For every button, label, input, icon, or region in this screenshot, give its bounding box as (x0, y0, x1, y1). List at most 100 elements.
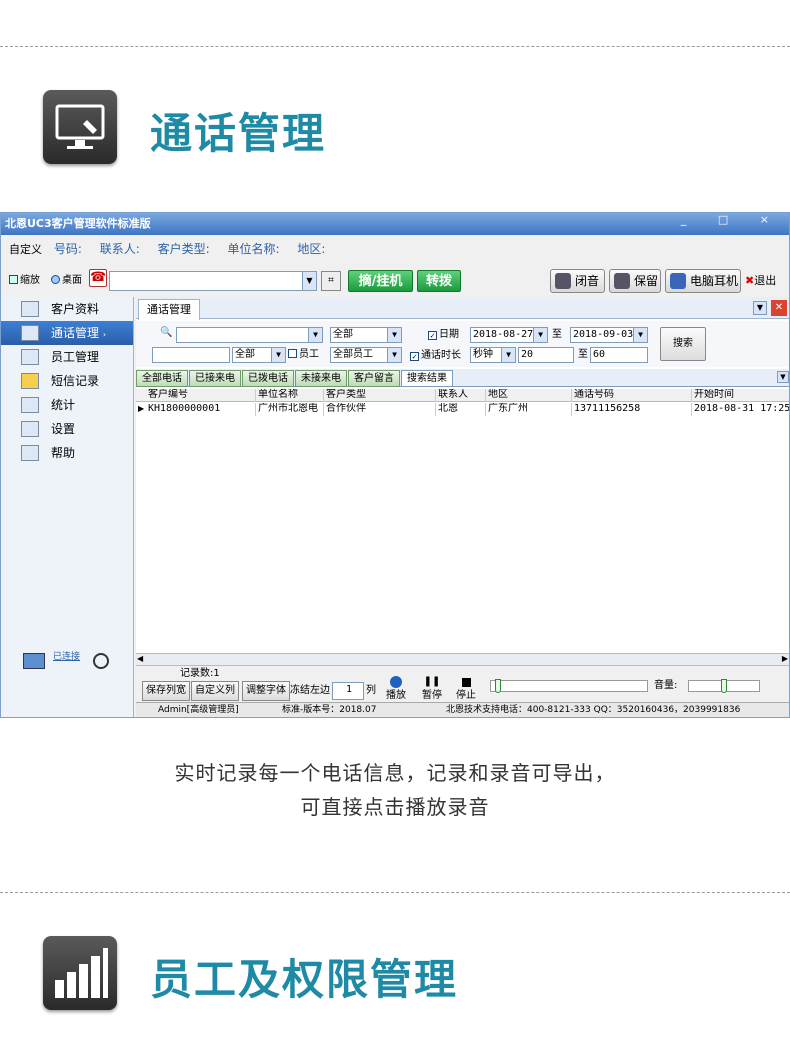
caption: 实时记录每一个电话信息，记录和录音可导出， 可直接点击播放录音 (0, 756, 790, 824)
sidebar-item-help[interactable]: 帮助 (1, 441, 133, 465)
unit-select[interactable]: 秒钟 ▼ (470, 347, 516, 363)
headphones-icon (614, 273, 630, 289)
help-icon (21, 445, 39, 461)
keypad-icon[interactable]: ⌗ (321, 271, 341, 291)
subtab-missed[interactable]: 未接来电 (295, 370, 347, 387)
search-icon: 🔍 (160, 327, 173, 338)
envelope-icon (21, 373, 39, 389)
employee-select[interactable]: 全部员工 ▼ (330, 347, 402, 363)
company-label: 单位名称: (227, 242, 280, 256)
subtab-bar: 全部电话 已接来电 已拨电话 未接来电 客户留言 搜索结果 ▼ (136, 369, 789, 387)
employee-checkbox[interactable]: 员工 (288, 347, 319, 363)
mute-button[interactable]: 闭音 (550, 269, 605, 293)
sidebar-item-staff[interactable]: 员工管理 (1, 345, 133, 369)
microphone-icon (555, 273, 571, 289)
font-button[interactable]: 调整字体 (242, 681, 290, 701)
subtab-received[interactable]: 已接来电 (189, 370, 241, 387)
table-header: 客户编号 单位名称 客户类型 联系人 地区 通话号码 开始时间 (136, 389, 789, 402)
calls-icon (21, 325, 39, 341)
column-label: 列 (366, 685, 376, 696)
sidebar-item-customers[interactable]: 客户资料 (1, 297, 133, 321)
sidebar-item-settings[interactable]: 设置 (1, 417, 133, 441)
status-support: 北恩技术支持电话：400-8121-333 QQ：3520160436，2039… (446, 705, 741, 715)
tab-bar: 通话管理 ▼ ✕ (136, 297, 789, 320)
exit-button[interactable]: ✖退出 (745, 272, 776, 290)
sidebar-item-calls[interactable]: 通话管理 › (1, 321, 133, 345)
section-title: 通话管理 (150, 109, 327, 158)
bottom-divider (0, 892, 790, 893)
horizontal-scrollbar[interactable]: ◀ ▶ (136, 653, 789, 665)
headset-icon (93, 653, 109, 669)
results-table: 客户编号 单位名称 客户类型 联系人 地区 通话号码 开始时间 ▶ KH1800… (136, 389, 789, 651)
pc-icon (23, 653, 45, 669)
duration-to[interactable]: 60 (590, 347, 648, 363)
col-type[interactable]: 客户类型 (324, 389, 436, 402)
custom-columns-button[interactable]: 自定义列 (191, 681, 239, 701)
custom-label[interactable]: 自定义 (9, 243, 42, 256)
col-start[interactable]: 开始时间 (692, 389, 789, 402)
people-icon (21, 349, 39, 365)
subtab-results[interactable]: 搜索结果 (401, 370, 453, 387)
col-company[interactable]: 单位名称 (256, 389, 324, 402)
keyword-input[interactable]: ▼ (176, 327, 323, 343)
category-select[interactable]: 全部 ▼ (330, 327, 402, 343)
computer-icon (670, 273, 686, 289)
info-bar: 自定义 号码: 联系人: 客户类型: 单位名称: 地区: (1, 237, 789, 261)
tab-calls[interactable]: 通话管理 (138, 299, 200, 320)
col-contact[interactable]: 联系人 (436, 389, 486, 402)
subtab-dropdown-icon[interactable]: ▼ (777, 371, 789, 383)
status-user: Admin[高级管理员] (158, 705, 239, 715)
caption-line-2: 可直接点击播放录音 (300, 795, 490, 819)
minimize-button[interactable]: 缩放 (9, 272, 40, 290)
pause-button[interactable]: ❚❚ 暂停 (420, 676, 444, 704)
sidebar-item-sms[interactable]: 短信记录 (1, 369, 133, 393)
col-id[interactable]: 客户编号 (146, 389, 256, 402)
date-checkbox[interactable]: ✓ 日期 (428, 327, 459, 343)
duration-from[interactable]: 20 (518, 347, 574, 363)
stop-button[interactable]: 停止 (454, 676, 478, 704)
subtab-dialed[interactable]: 已拨电话 (242, 370, 294, 387)
subtab-messages[interactable]: 客户留言 (348, 370, 400, 387)
tab-dropdown-icon[interactable]: ▼ (753, 301, 767, 315)
monitor-touch-icon (43, 90, 117, 164)
date-to[interactable]: 2018-09-03 ▼ (570, 327, 648, 343)
freeze-stepper[interactable]: 1 (332, 682, 364, 700)
desktop-button[interactable]: 桌面 (51, 272, 82, 290)
transfer-button[interactable]: 转拨 (417, 270, 461, 292)
main-panel: 通话管理 ▼ ✕ 🔍 ▼ 全部 ▼ ✓ 日期 2018-08-27 ▼ 至 2018-… (136, 297, 789, 717)
search-button[interactable]: 搜索 (660, 327, 706, 361)
col-region[interactable]: 地区 (486, 389, 572, 402)
subtab-all[interactable]: 全部电话 (136, 370, 188, 387)
type-label: 客户类型: (157, 242, 210, 256)
volume-slider[interactable] (688, 679, 760, 693)
headset-button[interactable]: 电脑耳机 (665, 269, 741, 293)
table-row[interactable]: ▶ KH1800000001 广州市北恩电 合作伙伴 北恩 广东广州 13711… (136, 403, 789, 416)
close-icon[interactable]: ✕ (771, 300, 787, 316)
status-bar: Admin[高级管理员] 标准-版本号：2018.07 北恩技术支持电话：400… (136, 702, 789, 717)
address-book-icon (21, 301, 39, 317)
save-columns-button[interactable]: 保存列宽 (142, 681, 190, 701)
freeze-label: 冻结左边 (290, 685, 330, 696)
stop-icon (461, 678, 471, 687)
dial-input[interactable]: ▼ (109, 271, 317, 291)
text-input[interactable] (152, 347, 230, 363)
status-version: 标准-版本号：2018.07 (282, 705, 377, 715)
hold-button[interactable]: 保留 (609, 269, 661, 293)
play-button[interactable]: 播放 (384, 676, 408, 704)
top-divider (0, 46, 790, 47)
contact-label: 联系人: (99, 242, 140, 256)
bar-chart-icon (43, 936, 117, 1010)
scope-select[interactable]: 全部 ▼ (232, 347, 286, 363)
toolbar: 缩放 桌面 ☎ ▼ ⌗ 摘/挂机 转拨 闭音 保留 电脑耳机 ✖退出 (1, 267, 789, 295)
col-phone[interactable]: 通话号码 (572, 389, 692, 402)
window-controls[interactable]: _ □ × (681, 213, 783, 226)
pickup-button[interactable]: 摘/挂机 (348, 270, 413, 292)
to-label: 至 (552, 329, 562, 340)
duration-checkbox[interactable]: ✓ 通话时长 (410, 348, 461, 364)
app-window: 北恩UC3客户管理软件标准版 _ □ × 自定义 号码: 联系人: 客户类型: … (0, 212, 790, 718)
date-from[interactable]: 2018-08-27 ▼ (470, 327, 548, 343)
playback-progress[interactable] (490, 679, 648, 693)
phone-label: 号码: (53, 242, 82, 256)
section-title-2: 员工及权限管理 (150, 955, 459, 1004)
sidebar-item-stats[interactable]: 统计 (1, 393, 133, 417)
